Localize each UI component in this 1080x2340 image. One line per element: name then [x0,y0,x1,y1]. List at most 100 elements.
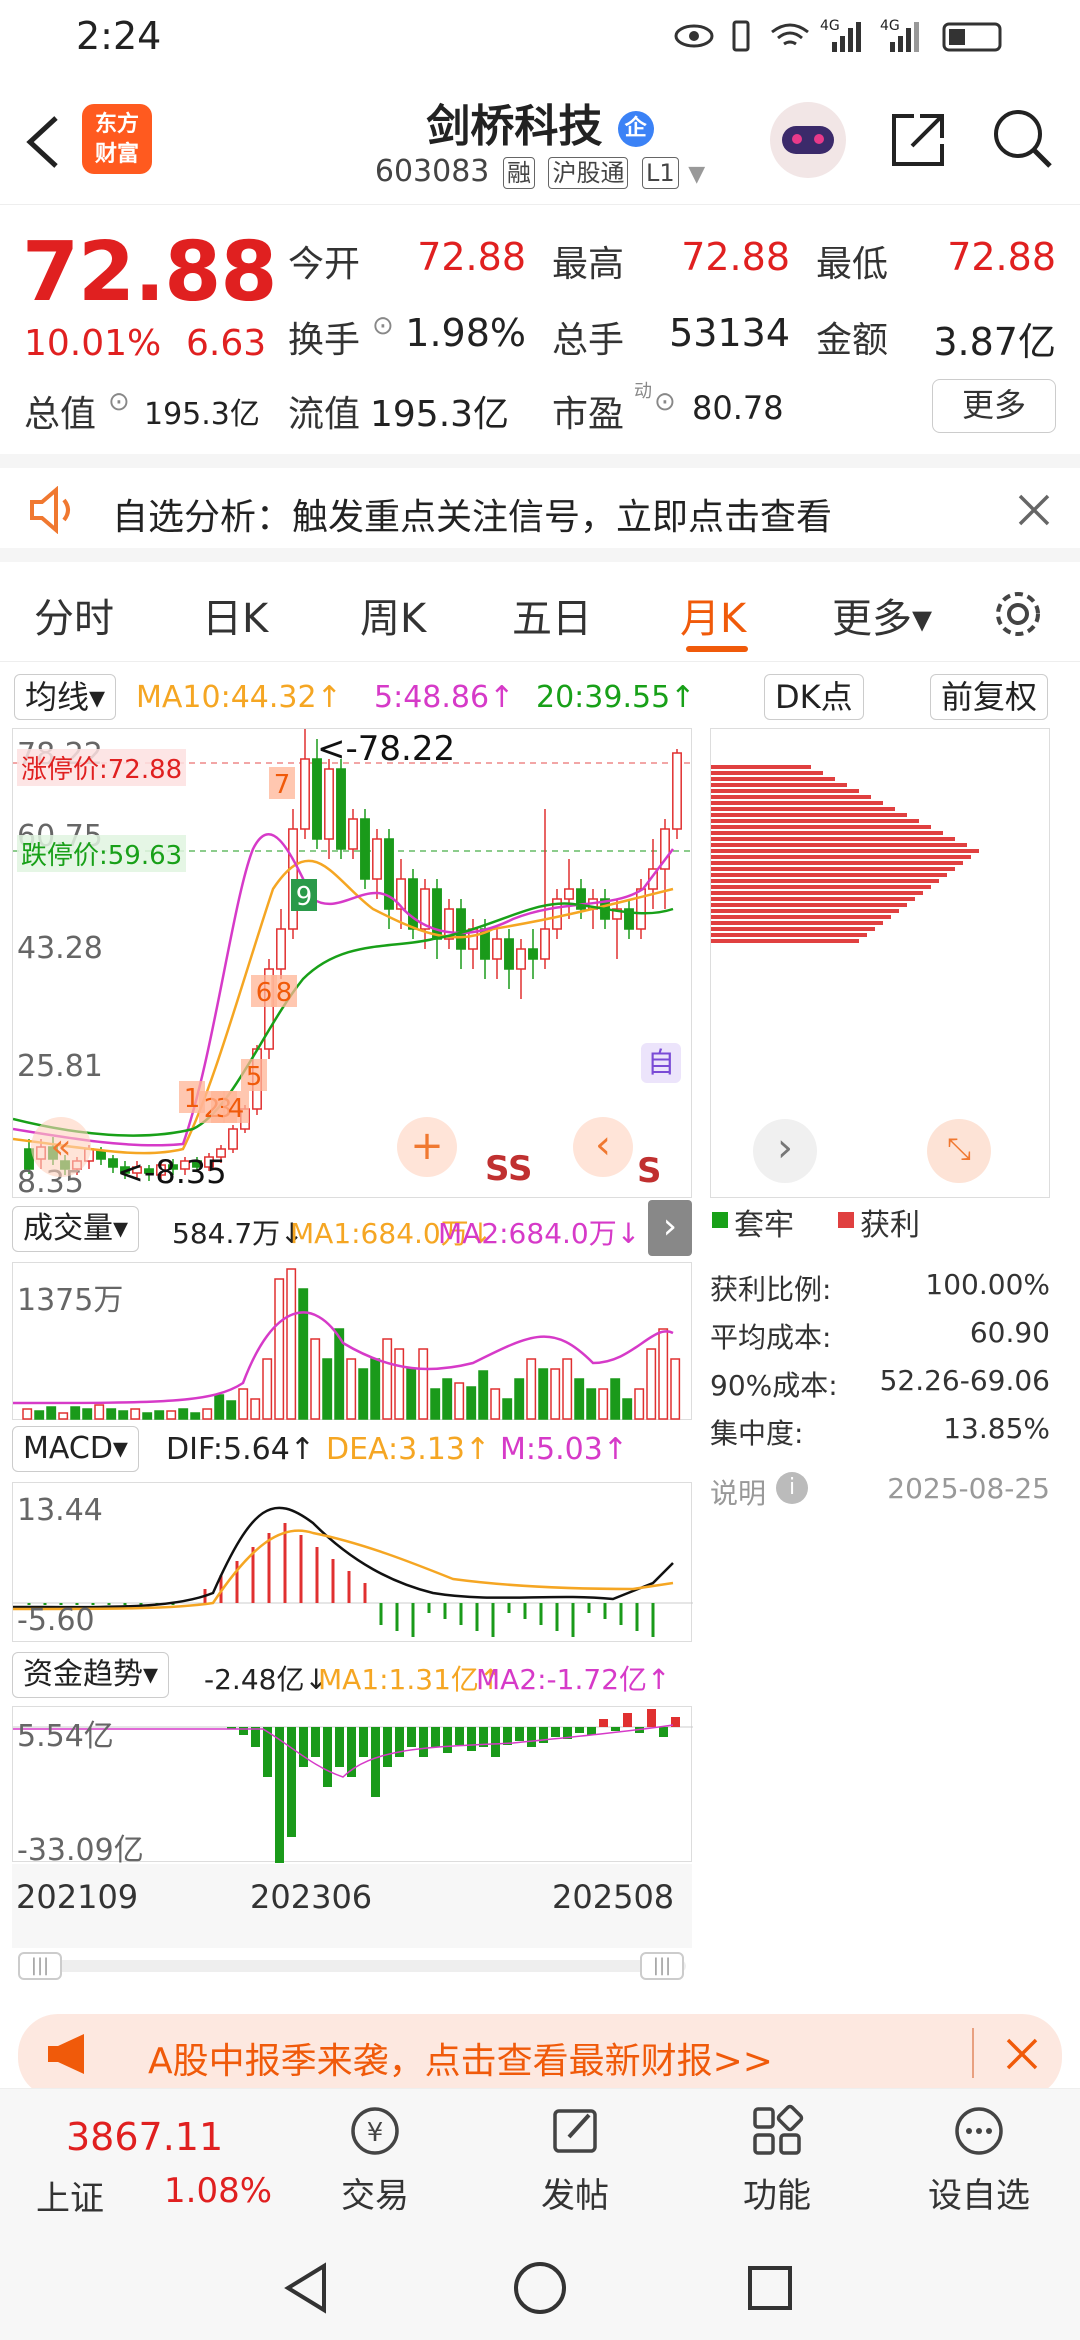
share-icon[interactable] [886,108,950,172]
chip-bar [711,831,943,835]
fund-bar [431,1727,440,1747]
tab-more[interactable]: 更多▾ [832,586,932,644]
chip-bar [711,789,859,793]
search-icon[interactable] [990,106,1056,172]
fund-bar [407,1727,416,1747]
enterprise-badge: 企 [617,111,654,147]
macd-chart[interactable]: 13.44 -5.60 [12,1482,693,1642]
fund-bar [443,1727,452,1753]
chip-note-link[interactable]: 说明 [710,1472,766,1512]
tag-level: L1 [642,157,679,189]
fund-chart[interactable]: 5.54亿 -33.09亿 [12,1706,693,1868]
volume-bar [226,1400,237,1420]
banner-text: A股中报季来袭，点击查看最新财报>> [148,2041,773,2082]
chip-bar [711,927,875,931]
fund-bar [287,1727,296,1837]
fund-bar [419,1727,428,1757]
tab-daily[interactable]: 日K [202,586,268,644]
settings-gear-icon[interactable] [990,586,1046,642]
more-button[interactable]: 更多 [932,379,1056,433]
ma-selector[interactable]: 均线▾ [14,674,117,720]
volume-bar [490,1388,501,1420]
earnings-banner[interactable]: A股中报季来袭，点击查看最新财报>> [18,2014,1062,2098]
speaker-icon [30,486,70,534]
chip-bar [711,837,955,841]
chip-distribution[interactable]: › ⤡ [710,728,1050,1198]
tab-intraday[interactable]: 分时 [34,586,114,644]
volume-bar [142,1412,153,1420]
chip-next-icon[interactable]: › [753,1119,817,1183]
chip-stat-value: 100.00% [925,1268,1050,1301]
chip-stat-label: 90%成本: [710,1369,838,1402]
fund-ybot: -33.09亿 [17,1833,144,1868]
range-handle-left[interactable]: ||| [18,1952,62,1980]
dropdown-icon: ▼ [688,162,706,187]
assistant-avatar[interactable] [770,102,846,178]
adjust-button[interactable]: 前复权 [930,674,1049,720]
macd-selector[interactable]: MACD▾ [12,1426,139,1472]
candle-body [672,752,682,830]
tab-five-day[interactable]: 五日 [512,586,592,644]
nav-trade-label: 交易 [341,2176,409,2216]
range-handle-right[interactable]: ||| [640,1952,684,1980]
banner-close-icon[interactable] [1004,2036,1040,2072]
nav-post[interactable]: 发帖 [500,2103,650,2217]
candle-body [108,1158,118,1168]
signal-label-1: 4G [820,18,840,34]
chip-stat-value: 13.85% [943,1412,1050,1445]
nav-functions[interactable]: 功能 [702,2103,852,2217]
chip-bar [711,915,891,919]
back-triangle-icon[interactable] [282,2262,330,2314]
recents-square-icon[interactable] [746,2264,794,2312]
fund-bar [503,1727,512,1745]
dif-line [13,1506,674,1609]
fund-bar [239,1727,248,1735]
chip-bar [711,783,847,787]
info-icon-3[interactable]: ⊙ [654,387,676,417]
candle-body [528,948,538,960]
volume-bar [538,1368,549,1420]
volume-bar [322,1358,333,1420]
tab-weekly[interactable]: 周K [360,586,426,644]
nav-functions-label: 功能 [743,2176,811,2216]
info-icon-2[interactable]: ⊙ [108,387,130,417]
candle-body [336,768,346,850]
info-icon[interactable]: ⊙ [372,311,394,341]
ma20-value: 20:39.55↑ [536,680,696,715]
analysis-notice[interactable]: 自选分析：触发重点关注信号，立即点击查看 [0,454,1080,562]
tab-monthly[interactable]: 月K [680,586,746,644]
home-circle-icon[interactable] [512,2260,568,2316]
expand-right-icon[interactable]: › [648,1200,692,1256]
megaphone-icon [48,2034,84,2074]
info-icon-chip[interactable]: i [776,1472,808,1504]
range-slider-track[interactable] [18,1960,686,1972]
volume-chart[interactable]: 1375万 [12,1262,692,1420]
fund-selector[interactable]: 资金趋势▾ [12,1652,170,1698]
prev-icon[interactable]: ‹ [573,1117,633,1177]
dk-point-button[interactable]: DK点 [764,674,864,720]
wifi-icon [771,23,809,46]
fund-bar [623,1713,632,1727]
index-value[interactable]: 3867.11 [66,2115,223,2159]
expand-icon[interactable]: ⤡ [927,1119,991,1183]
nav-add-watchlist[interactable]: 设自选 [904,2103,1054,2217]
nav-trade[interactable]: ¥ 交易 [300,2103,450,2217]
volume-bar [454,1382,465,1420]
nav-post-label: 发帖 [541,2176,609,2216]
chip-bar [711,849,979,853]
volume-selector[interactable]: 成交量▾ [12,1206,140,1252]
limit-up-label: 涨停价:72.88 [17,749,187,786]
volume-bar [250,1398,261,1420]
volume-bar [358,1368,369,1420]
zoom-in-icon[interactable]: + [397,1117,457,1177]
chip-bar [711,885,931,889]
volume-bar [550,1368,561,1420]
signal-number: 5 [246,1062,263,1092]
amount-value: 3.87亿 [933,320,1056,364]
close-icon[interactable] [1016,492,1052,528]
volume-bar [514,1378,525,1420]
fund-bar [491,1727,500,1757]
kline-chart[interactable]: 123456879 78.22 60.75 43.28 25.81 8.35 涨… [12,728,693,1200]
rewind-icon[interactable]: « [31,1117,91,1177]
fund-ma1: MA1:1.31亿↑ [318,1663,503,1696]
